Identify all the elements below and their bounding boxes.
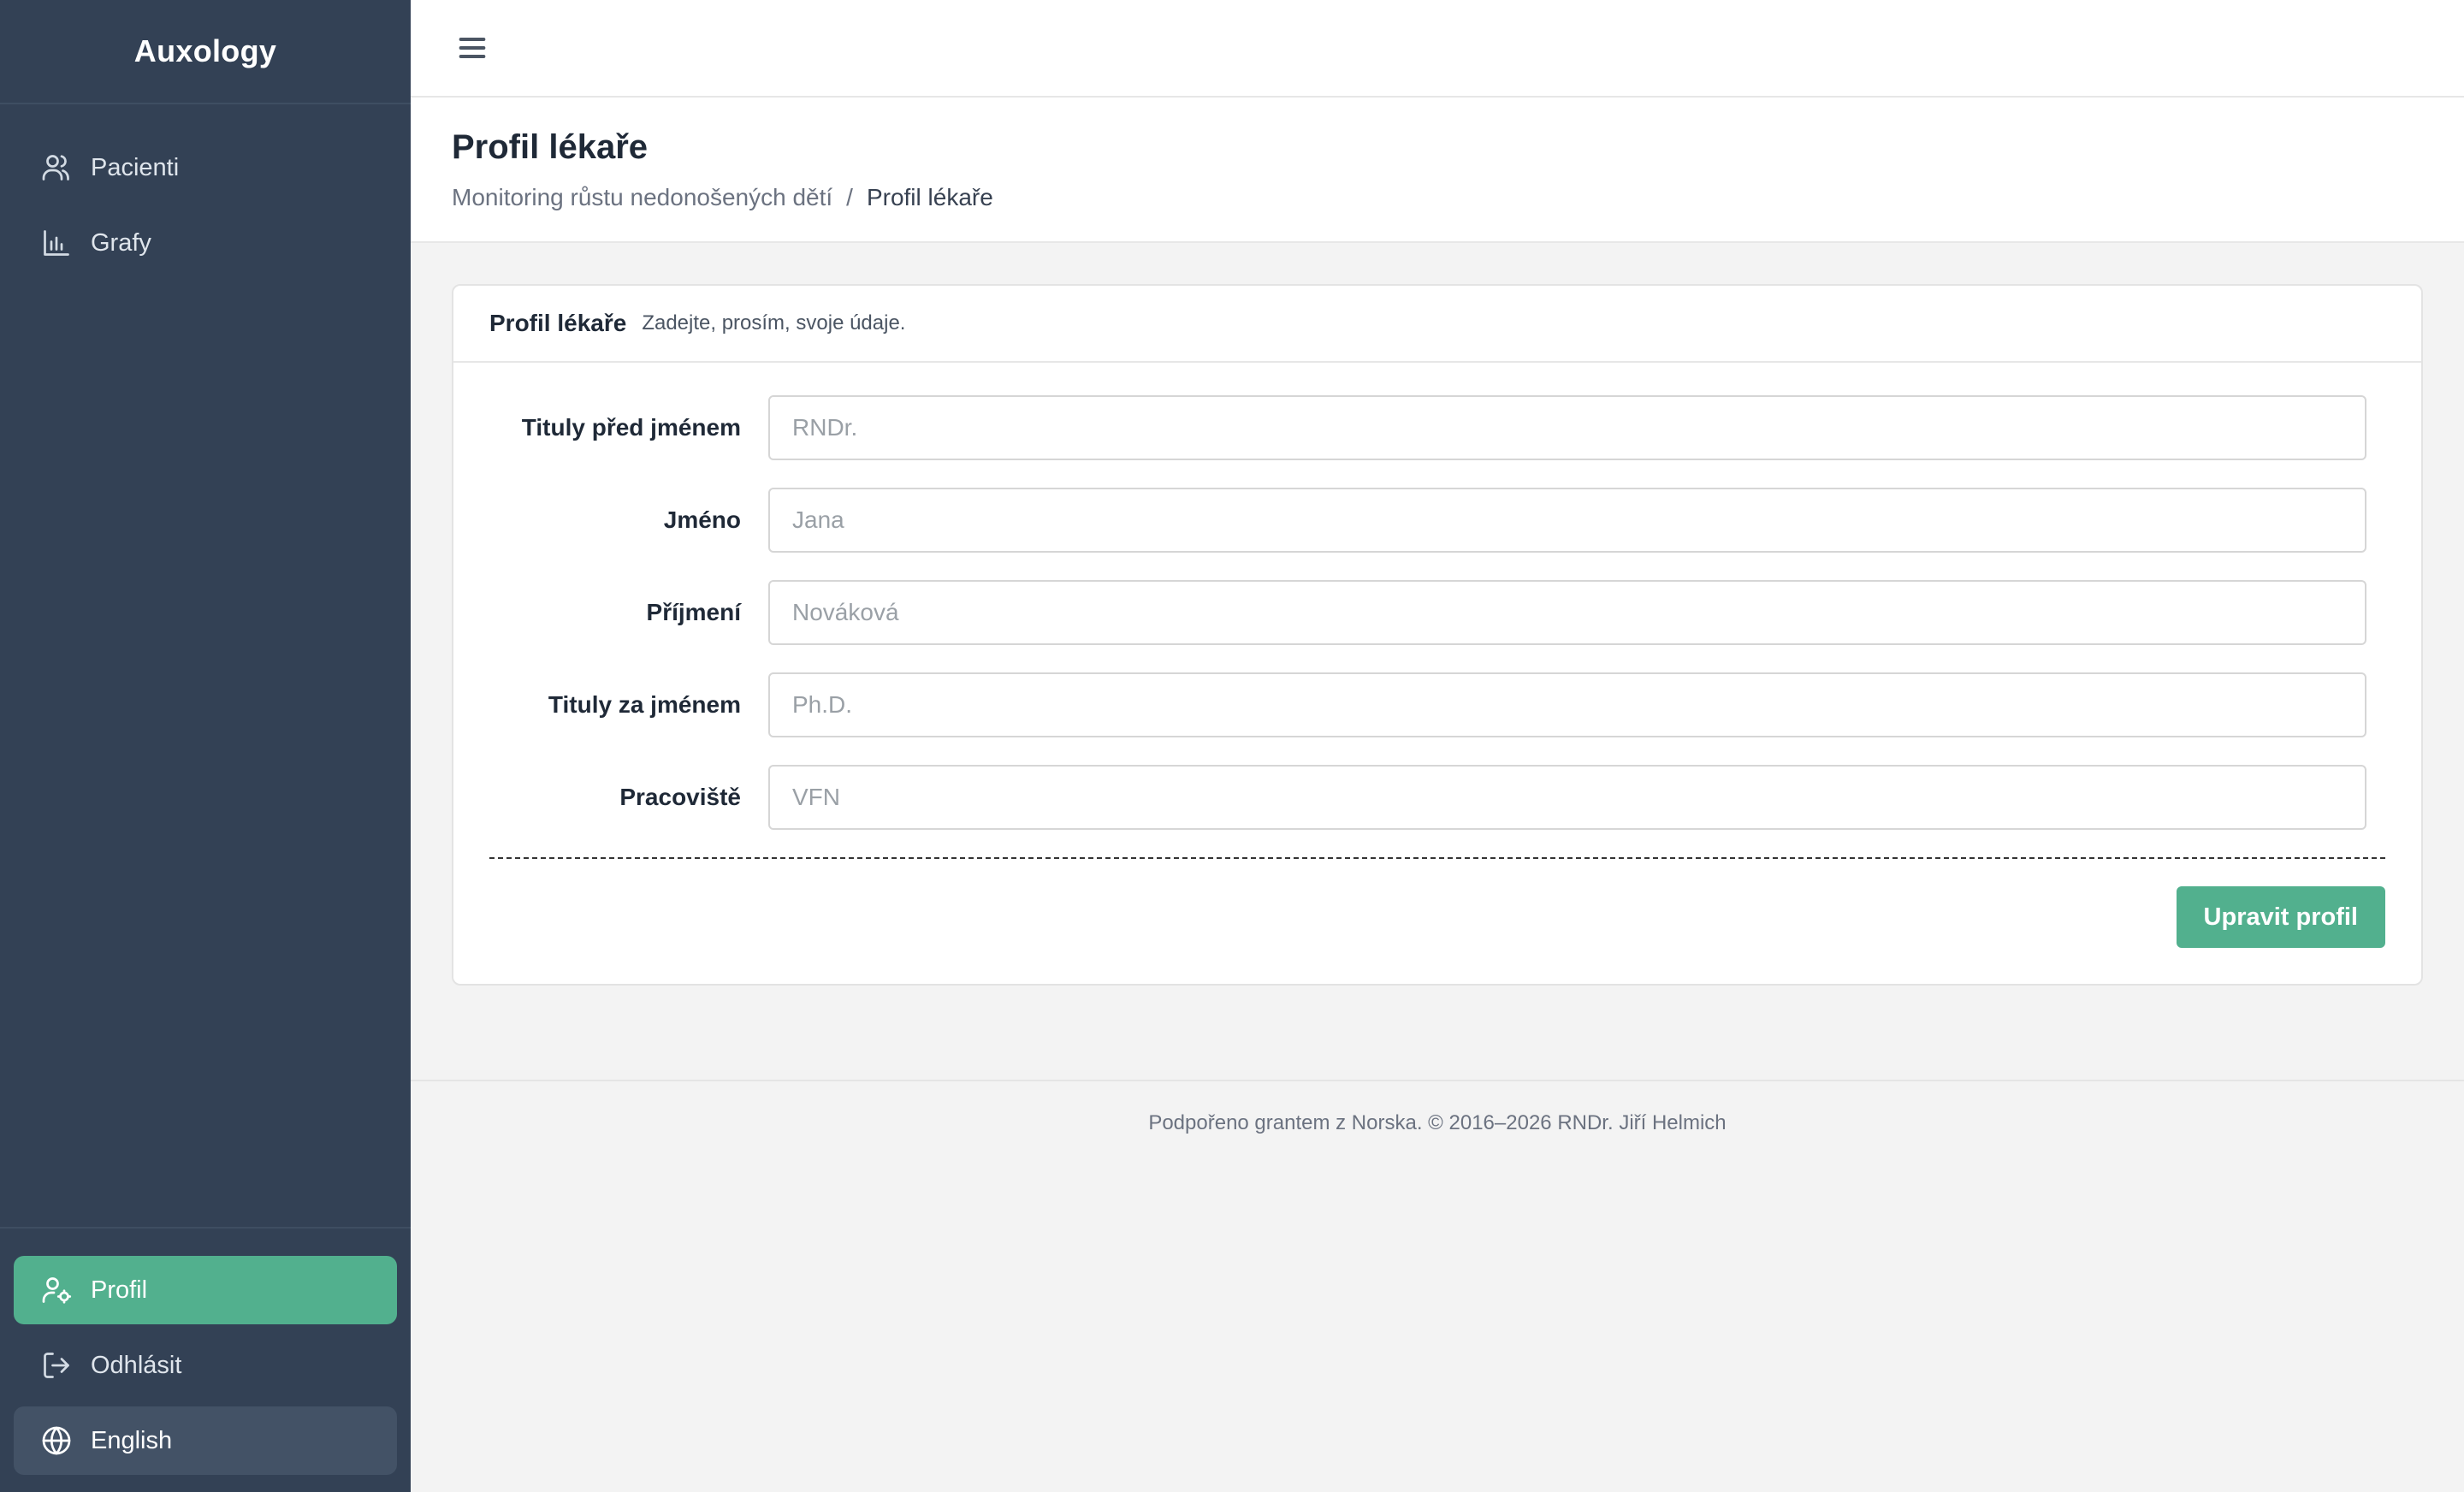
sidebar-item-profil[interactable]: Profil [14,1256,397,1324]
sidebar-item-pacienti[interactable]: Pacienti [14,133,397,202]
sidebar-item-label: Odhlásit [91,1351,182,1379]
sidebar-item-label: Pacienti [91,153,180,181]
form-row-title-before: Tituly před jménem [489,395,2385,460]
footer-text: Podpořeno grantem z Norska. © 2016–2026 … [1148,1111,1727,1134]
title-before-label: Tituly před jménem [521,414,741,441]
breadcrumb-current: Profil lékaře [866,184,993,210]
sidebar-item-label: Grafy [91,228,151,257]
workplace-input[interactable] [768,765,2366,830]
title-before-input[interactable] [768,395,2366,460]
footer: Podpořeno grantem z Norska. © 2016–2026 … [411,1080,2464,1165]
sidebar: Auxology Pacienti Grafy Profil Odhlásit … [0,0,411,1492]
bar-chart-icon [39,226,74,260]
language-switch-english[interactable]: English [14,1406,397,1475]
workplace-label: Pracoviště [619,784,741,810]
user-cog-icon [39,1273,74,1307]
first-name-label: Jméno [663,506,741,533]
content: Profil lékaře Zadejte, prosím, svoje úda… [411,243,2464,986]
title-after-input[interactable] [768,672,2366,737]
card-title: Profil lékaře [489,310,627,336]
page-header: Profil lékaře Monitoring růstu nedonošen… [411,98,2464,243]
logout-icon [39,1348,74,1382]
breadcrumb-parent-link[interactable]: Monitoring růstu nedonošených dětí [452,184,832,211]
card-subtitle: Zadejte, prosím, svoje údaje. [642,311,906,335]
sidebar-nav: Pacienti Grafy [0,104,411,277]
form-actions: Upravit profil [453,859,2421,948]
breadcrumb-separator: / [846,184,853,210]
brand: Auxology [0,0,411,104]
first-name-input[interactable] [768,488,2366,553]
menu-toggle-button[interactable] [452,27,493,68]
update-profile-button[interactable]: Upravit profil [2176,886,2385,948]
last-name-label: Příjmení [646,599,741,625]
form-row-title-after: Tituly za jménem [489,672,2385,737]
breadcrumb: Monitoring růstu nedonošených dětí / Pro… [452,184,2423,211]
sidebar-item-label: Profil [91,1276,148,1304]
topbar [411,0,2464,98]
sidebar-item-odhlasit[interactable]: Odhlásit [14,1331,397,1400]
form-row-last-name: Příjmení [489,580,2385,645]
sidebar-item-label: English [91,1426,173,1454]
card-header: Profil lékaře Zadejte, prosím, svoje úda… [453,286,2421,363]
profile-form: Tituly před jménem Jméno Příjmení Tituly… [453,363,2421,830]
form-row-workplace: Pracoviště [489,765,2385,830]
sidebar-item-grafy[interactable]: Grafy [14,209,397,277]
hamburger-icon [459,38,486,58]
globe-icon [39,1424,74,1458]
profile-card: Profil lékaře Zadejte, prosím, svoje úda… [452,284,2423,986]
page-title: Profil lékaře [452,128,649,166]
app-title[interactable]: Auxology [134,33,276,69]
form-row-first-name: Jméno [489,488,2385,553]
title-after-label: Tituly za jménem [548,691,741,718]
last-name-input[interactable] [768,580,2366,645]
users-icon [39,151,74,185]
main-area: Profil lékaře Monitoring růstu nedonošen… [411,0,2464,1492]
sidebar-bottom-nav: Profil Odhlásit English [0,1227,411,1492]
